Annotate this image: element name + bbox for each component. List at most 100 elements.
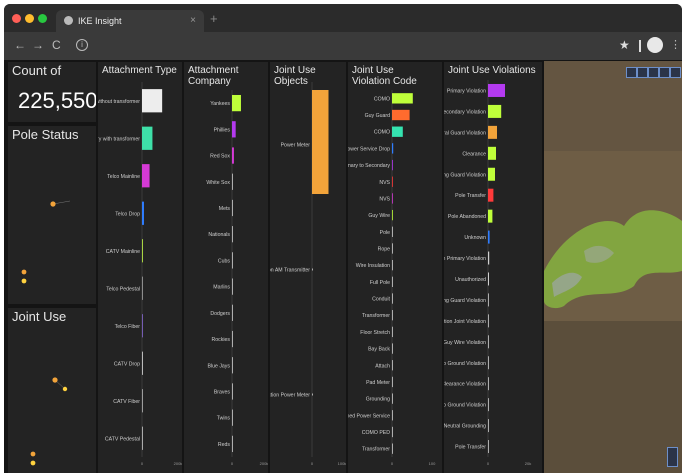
bar[interactable] <box>142 389 143 413</box>
bar[interactable] <box>312 393 313 396</box>
maximize-window-button[interactable] <box>38 14 47 23</box>
reload-icon[interactable]: C <box>52 38 61 52</box>
map-basemap-icon[interactable] <box>648 67 659 78</box>
pole-status-point[interactable] <box>50 201 56 207</box>
tab-close-icon[interactable]: × <box>190 10 196 32</box>
bar[interactable] <box>488 146 496 160</box>
address-bar[interactable]: i <box>72 37 612 55</box>
bar[interactable] <box>488 230 490 244</box>
bar[interactable] <box>488 377 489 391</box>
bar[interactable] <box>488 83 505 97</box>
bar[interactable] <box>488 440 489 454</box>
joint-use-point[interactable] <box>52 377 58 383</box>
bar[interactable] <box>488 335 489 349</box>
indicator-value: 225,550 <box>18 88 96 113</box>
map-layers-icon[interactable] <box>637 67 648 78</box>
bar[interactable] <box>392 410 393 421</box>
minimize-window-button[interactable] <box>25 14 34 23</box>
bar[interactable] <box>392 159 393 171</box>
bar[interactable] <box>232 435 233 453</box>
map-legend-icon[interactable] <box>659 67 670 78</box>
bar[interactable] <box>392 176 393 187</box>
bar[interactable] <box>232 147 234 164</box>
browser-tab[interactable]: IKE Insight × <box>56 10 204 32</box>
bar[interactable] <box>488 356 489 370</box>
joint-use-point[interactable] <box>62 386 68 392</box>
bar[interactable] <box>392 443 393 454</box>
bar[interactable] <box>488 272 489 286</box>
bar[interactable] <box>488 419 489 433</box>
bar[interactable] <box>142 351 143 375</box>
bar[interactable] <box>232 409 233 426</box>
bar[interactable] <box>312 268 313 271</box>
forward-icon[interactable]: → <box>32 38 44 52</box>
bar[interactable] <box>142 239 143 263</box>
new-tab-icon[interactable]: + <box>210 11 218 26</box>
bar[interactable] <box>488 251 490 265</box>
map-search-icon[interactable] <box>626 67 637 78</box>
bar[interactable] <box>232 199 233 217</box>
bar[interactable] <box>488 104 502 118</box>
bar[interactable] <box>488 167 495 181</box>
info-icon[interactable]: i <box>76 39 88 51</box>
bar[interactable] <box>142 126 153 150</box>
close-window-button[interactable] <box>12 14 21 23</box>
bar[interactable] <box>392 310 393 321</box>
bar[interactable] <box>232 330 233 348</box>
bar[interactable] <box>392 243 393 254</box>
bar[interactable] <box>142 426 143 450</box>
bar[interactable] <box>142 201 144 225</box>
count-indicator-panel: Count of 225,550 <box>8 62 96 122</box>
attachment-company-chart: Yankees Phillies Red Sox White Sox Mets Natio… <box>206 90 268 466</box>
bar[interactable] <box>488 125 497 139</box>
bar[interactable] <box>488 314 489 328</box>
bar[interactable] <box>232 252 233 269</box>
bar[interactable] <box>488 293 489 307</box>
bar[interactable] <box>232 383 233 400</box>
bar[interactable] <box>488 209 493 223</box>
bar[interactable] <box>232 121 236 138</box>
map-zoom-control[interactable] <box>667 447 678 467</box>
category-label: Clearance to Guy Wire Violation <box>444 340 486 346</box>
bar[interactable] <box>232 357 233 374</box>
bar[interactable] <box>392 109 410 121</box>
bar[interactable] <box>392 326 393 338</box>
bar[interactable] <box>392 226 393 237</box>
profile-avatar[interactable] <box>647 37 663 53</box>
bar[interactable] <box>232 278 233 295</box>
bar[interactable] <box>232 94 241 112</box>
bar[interactable] <box>392 93 413 104</box>
menu-icon[interactable]: ⋮ <box>670 38 681 51</box>
satellite-map[interactable] <box>544 61 682 473</box>
bar[interactable] <box>232 304 233 321</box>
back-icon[interactable]: ← <box>14 38 26 52</box>
bar[interactable] <box>392 126 403 137</box>
bar[interactable] <box>488 398 489 412</box>
bar[interactable] <box>392 276 393 288</box>
joint-use-violations-chart: Primary Violation Primary to Secondary Vi… <box>444 80 531 466</box>
bar[interactable] <box>142 164 150 188</box>
tick-label: 0 <box>311 461 314 466</box>
bar[interactable] <box>392 293 393 304</box>
bar[interactable] <box>312 90 329 194</box>
bar[interactable] <box>392 426 393 438</box>
bar[interactable] <box>142 314 143 338</box>
map-fullscreen-icon[interactable] <box>670 67 681 78</box>
tick-label: 0 <box>487 461 490 466</box>
bar[interactable] <box>232 173 233 190</box>
bar[interactable] <box>232 226 233 243</box>
bar[interactable] <box>488 188 494 202</box>
bar[interactable] <box>392 259 393 271</box>
bar[interactable] <box>392 193 393 204</box>
bar[interactable] <box>142 89 163 113</box>
bar[interactable] <box>392 393 393 404</box>
bar[interactable] <box>392 143 394 154</box>
bar[interactable] <box>392 376 393 388</box>
bar[interactable] <box>142 276 143 300</box>
bookmark-star-icon[interactable]: ★ <box>619 38 630 52</box>
bar[interactable] <box>392 209 393 221</box>
category-label: Twins <box>217 416 231 422</box>
bar[interactable] <box>392 360 393 371</box>
category-label: NVS <box>379 196 390 202</box>
bar[interactable] <box>392 343 393 354</box>
